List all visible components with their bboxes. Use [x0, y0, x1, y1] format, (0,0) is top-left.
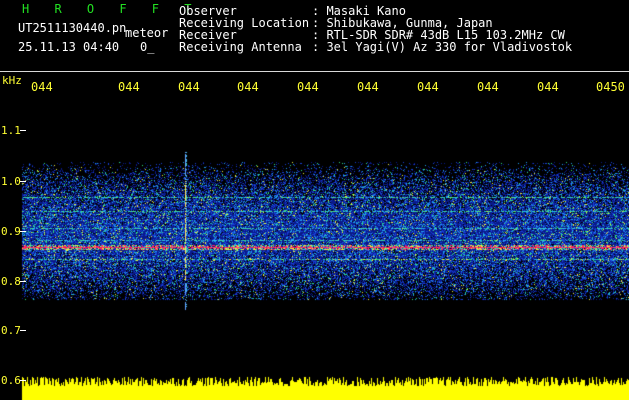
time-label: 0450: [596, 80, 625, 94]
datetime: 25.11.13 04:40: [18, 40, 120, 54]
app-title: H R O F F T: [22, 2, 201, 16]
antenna-value: : 3el Yagi(V) Az 330 for Vladivostok: [312, 40, 573, 54]
time-label: 044: [31, 80, 53, 94]
freq-label: 1.1: [1, 124, 21, 137]
freq-label: 0.9: [1, 225, 21, 238]
freq-label: 0.7: [1, 324, 21, 337]
time-label: 044: [118, 80, 140, 94]
freq-tick: [20, 130, 26, 131]
hrofft-screen: H R O F F T UT2511130440.pn meteor 25.11…: [0, 0, 629, 400]
freq-tick: [20, 231, 26, 232]
time-label: 044: [537, 80, 559, 94]
filename: UT2511130440.pn: [18, 21, 127, 35]
freq-tick: [20, 181, 26, 182]
freq-label: 0.6: [1, 374, 21, 387]
time-label: 044: [477, 80, 499, 94]
time-label: 044: [417, 80, 439, 94]
unit-label: kHz: [2, 74, 22, 87]
meteor-label: meteor: [125, 26, 169, 40]
time-label: 044: [297, 80, 319, 94]
spectrogram-canvas: [0, 0, 629, 400]
meteor-count: 0_: [140, 40, 155, 54]
time-label: 044: [237, 80, 259, 94]
antenna-label: Receiving Antenna: [179, 40, 302, 54]
freq-tick: [20, 330, 26, 331]
axis-rule: [0, 71, 629, 72]
freq-tick: [20, 281, 26, 282]
time-label: 044: [357, 80, 379, 94]
time-label: 044: [178, 80, 200, 94]
freq-tick: [20, 380, 26, 381]
freq-label: 0.8: [1, 275, 21, 288]
freq-label: 1.0: [1, 175, 21, 188]
